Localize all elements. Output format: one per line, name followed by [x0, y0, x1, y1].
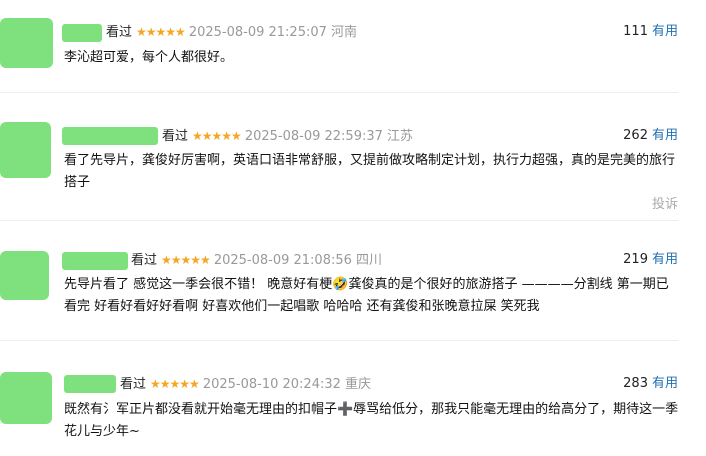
comment-location: 江苏 [387, 129, 414, 144]
divider [0, 92, 678, 93]
username[interactable] [62, 127, 158, 145]
vote-area: 111 有用 [623, 23, 678, 41]
useful-button[interactable]: 有用 [652, 128, 678, 143]
comment-content: 既然有氵军正片都没看就开始毫无理由的扣帽子➕辱骂给低分，那我只能毫无理由的给高分… [64, 402, 679, 439]
comment-meta: 看过 ★★★★★ 2025-08-09 21:25:07 河南 [106, 23, 357, 42]
rating-stars: ★★★★★ [136, 25, 186, 39]
vote-area: 219 有用 [623, 251, 678, 269]
rating-stars: ★★★★★ [150, 377, 200, 391]
username[interactable] [62, 252, 128, 270]
vote-count: 111 [623, 24, 648, 39]
watched-label: 看过 [120, 377, 147, 392]
useful-button[interactable]: 有用 [652, 376, 678, 391]
comment-meta: 看过 ★★★★★ 2025-08-09 21:08:56 四川 [131, 251, 382, 270]
comment-meta: 看过 ★★★★★ 2025-08-09 22:59:37 江苏 [162, 127, 413, 146]
comment-time: 2025-08-10 20:24:32 [202, 377, 341, 392]
rating-stars: ★★★★★ [161, 253, 211, 267]
avatar[interactable] [0, 251, 49, 300]
comment-content: 看了先导片，龚俊好厉害啊，英语口语非常舒服，又提前做攻略制定计划，执行力超强，真… [64, 153, 676, 190]
comment-time: 2025-08-09 21:25:07 [188, 25, 327, 40]
vote-area: 262 有用 [623, 127, 678, 145]
comment-meta: 看过 ★★★★★ 2025-08-10 20:24:32 重庆 [120, 375, 371, 394]
avatar[interactable] [0, 372, 52, 424]
useful-button[interactable]: 有用 [652, 24, 678, 39]
comment-content: 李沁超可爱，每个人都很好。 [64, 50, 234, 65]
comment-time: 2025-08-09 21:08:56 [213, 253, 352, 268]
comment-location: 重庆 [345, 377, 372, 392]
comment-location: 四川 [356, 253, 383, 268]
avatar[interactable] [0, 122, 51, 178]
comment-location: 河南 [331, 25, 358, 40]
watched-label: 看过 [162, 129, 189, 144]
report-button[interactable]: 投诉 [652, 193, 678, 212]
divider [0, 340, 678, 341]
watched-label: 看过 [106, 25, 133, 40]
vote-area: 283 有用 [623, 375, 678, 393]
divider [0, 220, 678, 221]
comment-content: 先导片看了 感觉这一季会很不错！ 晚意好有梗🤣龚俊真的是个很好的旅游搭子 ———… [64, 277, 669, 314]
vote-count: 219 [623, 252, 648, 267]
username[interactable] [64, 375, 116, 393]
vote-count: 262 [623, 128, 648, 143]
avatar[interactable] [0, 18, 53, 68]
useful-button[interactable]: 有用 [652, 252, 678, 267]
vote-count: 283 [623, 376, 648, 391]
rating-stars: ★★★★★ [192, 129, 242, 143]
comment-time: 2025-08-09 22:59:37 [244, 129, 383, 144]
watched-label: 看过 [131, 253, 158, 268]
username[interactable] [62, 24, 102, 42]
